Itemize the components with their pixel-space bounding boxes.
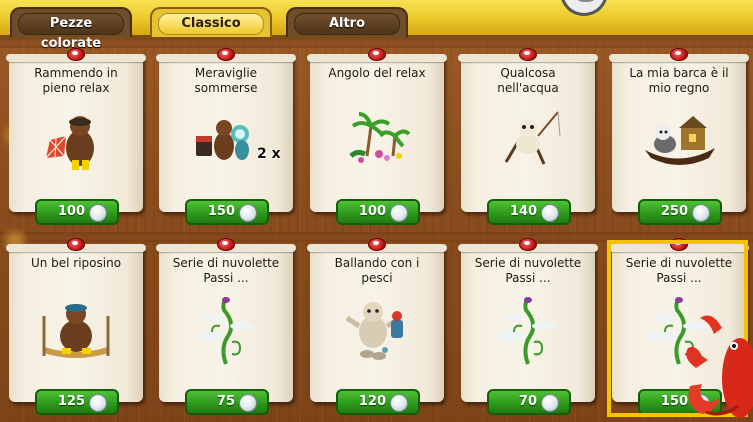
beanstalk-clouds-icon <box>196 296 254 365</box>
item-title: Qualcosa nell'acqua <box>497 66 559 95</box>
shop-item-card[interactable]: Ballando con i pesci 120 <box>307 238 447 415</box>
price-value: 75 <box>216 394 235 409</box>
price-value: 150 <box>207 204 235 219</box>
shop-item-card[interactable]: La mia barca è il mio regno 250 <box>609 48 749 225</box>
price-value: 125 <box>57 394 85 409</box>
diamond-gem-icon <box>541 394 559 412</box>
price-value: 120 <box>358 394 386 409</box>
sheep-boat-icon <box>645 116 715 165</box>
price-value: 140 <box>509 204 537 219</box>
bear-hammock-icon <box>42 304 110 358</box>
pin-icon <box>367 238 386 252</box>
pin-icon <box>518 238 537 252</box>
price-button[interactable]: 125 <box>35 389 119 415</box>
tab-label: Altro <box>294 13 400 35</box>
item-title: Un bel riposino <box>30 256 122 270</box>
bear-sewing-icon <box>45 116 94 170</box>
pin-icon <box>518 48 537 62</box>
price-button[interactable]: 70 <box>487 389 571 415</box>
palm-tree-garden-icon <box>349 112 411 163</box>
price-value: 70 <box>518 394 537 409</box>
medal-icon <box>560 0 608 16</box>
quantity-label: 2 x <box>257 146 281 162</box>
item-title: La mia barca è il mio regno <box>629 66 729 95</box>
tab-pezze-colorate[interactable]: Pezze colorate <box>10 7 132 51</box>
tab-label: Classico <box>158 13 264 35</box>
diamond-gem-icon <box>390 394 408 412</box>
top-bar: Pezze colorate Classico Altro <box>0 0 753 51</box>
diamond-gem-icon <box>541 204 559 222</box>
price-button[interactable]: 150 <box>185 199 269 225</box>
shop-item-card[interactable]: Meraviglie sommerse 2 x 150 <box>156 48 296 225</box>
pin-icon <box>66 48 85 62</box>
price-button[interactable]: 75 <box>185 389 269 415</box>
item-title: Serie di nuvolette Passi ... <box>474 256 582 285</box>
item-title: Rammendo in pieno relax <box>34 66 118 95</box>
pin-icon <box>216 48 235 62</box>
price-button[interactable]: 100 <box>35 199 119 225</box>
tab-altro[interactable]: Altro <box>286 7 408 37</box>
price-value: 100 <box>358 204 386 219</box>
shop-item-card[interactable]: Rammendo in pieno relax 100 <box>6 48 146 225</box>
item-title: Meraviglie sommerse <box>194 66 258 95</box>
price-value: 100 <box>57 204 85 219</box>
pin-icon <box>669 48 688 62</box>
seal-dancing-icon <box>345 302 403 360</box>
diamond-gem-icon <box>692 204 710 222</box>
sheep-fishing-icon <box>504 111 561 165</box>
diamond-gem-icon <box>239 394 257 412</box>
pin-icon <box>367 48 386 62</box>
item-title: Angolo del relax <box>328 66 426 80</box>
shop-item-card[interactable]: Angolo del relax 100 <box>307 48 447 225</box>
price-button[interactable]: 250 <box>638 199 722 225</box>
shop-item-card[interactable]: Serie di nuvolette Passi ... 70 <box>458 238 598 415</box>
tab-classico[interactable]: Classico <box>150 7 272 37</box>
lobster-mascot-icon <box>686 315 753 418</box>
item-title: Serie di nuvolette Passi ... <box>172 256 280 285</box>
pin-icon <box>216 238 235 252</box>
price-button[interactable]: 120 <box>336 389 420 415</box>
tab-label: Pezze colorate <box>18 13 124 51</box>
item-title: Serie di nuvolette Passi ... <box>625 256 733 285</box>
pin-icon <box>66 238 85 252</box>
price-button[interactable]: 100 <box>336 199 420 225</box>
wood-plank-seam <box>0 38 753 48</box>
shop-item-card[interactable]: Serie di nuvolette Passi ... 75 <box>156 238 296 415</box>
pin-icon <box>669 238 688 252</box>
price-value: 250 <box>660 204 688 219</box>
shop-item-card[interactable]: Un bel riposino 125 <box>6 238 146 415</box>
diamond-gem-icon <box>239 204 257 222</box>
diamond-gem-icon <box>390 204 408 222</box>
beanstalk-clouds-icon <box>498 296 556 365</box>
shop-item-card[interactable]: Qualcosa nell'acqua 140 <box>458 48 598 225</box>
diamond-gem-icon <box>89 204 107 222</box>
item-title: Ballando con i pesci <box>334 256 420 285</box>
bear-with-diver-icon <box>196 120 249 160</box>
diamond-gem-icon <box>89 394 107 412</box>
price-button[interactable]: 140 <box>487 199 571 225</box>
